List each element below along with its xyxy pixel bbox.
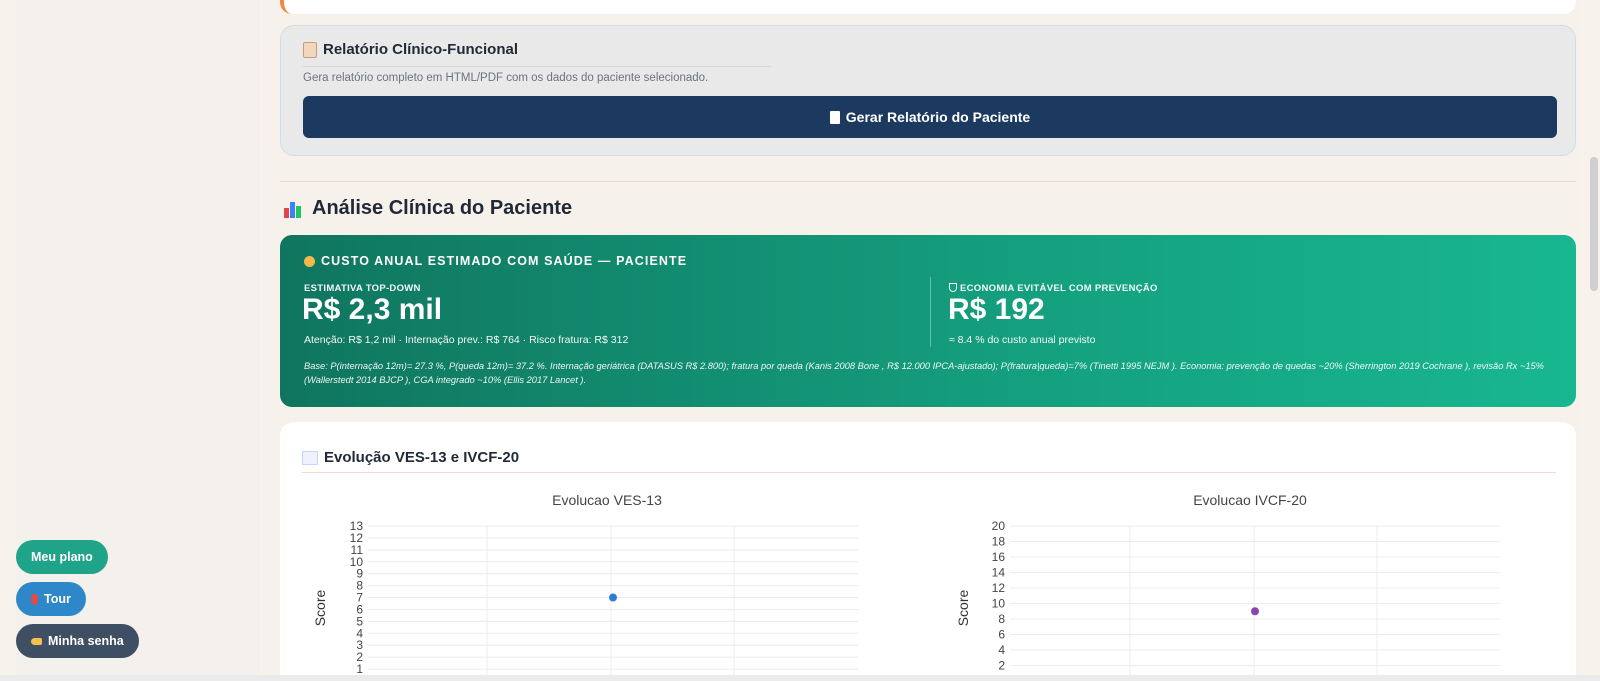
chart1-tick-label: 7	[356, 591, 363, 605]
chart1-tick-label: 10	[350, 555, 364, 569]
evolution-charts: Evolucao VES-13Score12345678910111213Evo…	[312, 492, 1500, 681]
pushpin-icon	[31, 593, 38, 605]
key-icon	[31, 637, 42, 645]
chart1-tick-label: 6	[356, 602, 363, 616]
chart1-tick-label: 2	[356, 650, 363, 664]
chart1-tick-label: 13	[350, 519, 364, 533]
chart2-title: Evolucao IVCF-20	[1193, 492, 1307, 508]
chart2-tick-label: 16	[992, 550, 1006, 564]
chart1-tick-label: 1	[356, 662, 363, 676]
chart2-tick-label: 20	[992, 519, 1006, 533]
tour-label: Tour	[44, 592, 71, 606]
chart2-tick-label: 12	[992, 581, 1006, 595]
chart1-tick-label: 5	[356, 614, 363, 628]
bottom-bar	[0, 675, 1600, 681]
chart2-tick-label: 4	[998, 643, 1005, 657]
tour-button[interactable]: Tour	[16, 582, 86, 616]
chart1-tick-label: 9	[356, 567, 363, 581]
my-password-button[interactable]: Minha senha	[16, 624, 139, 658]
chart2-tick-label: 14	[992, 566, 1006, 580]
chart1-ylabel: Score	[312, 590, 328, 627]
my-plan-button[interactable]: Meu plano	[16, 540, 108, 574]
chart2-data-point	[1251, 607, 1259, 616]
chart1-title: Evolucao VES-13	[552, 492, 662, 508]
vertical-scrollbar[interactable]	[1590, 157, 1598, 291]
chart1-tick-label: 4	[356, 626, 363, 640]
chart2-tick-label: 8	[998, 612, 1005, 626]
chart1-tick-label: 12	[350, 531, 364, 545]
chart1-tick-label: 11	[351, 543, 364, 557]
chart2-ylabel: Score	[955, 590, 971, 627]
chart1-tick-label: 3	[356, 638, 363, 652]
chart2-tick-label: 2	[998, 659, 1005, 673]
chart2-tick-label: 18	[992, 535, 1006, 549]
chart1-tick-label: 8	[356, 579, 363, 593]
my-plan-label: Meu plano	[31, 550, 93, 564]
chart2-tick-label: 6	[998, 628, 1005, 642]
chart2-tick-label: 10	[992, 597, 1006, 611]
chart1-data-point	[609, 593, 617, 602]
my-password-label: Minha senha	[48, 634, 124, 648]
